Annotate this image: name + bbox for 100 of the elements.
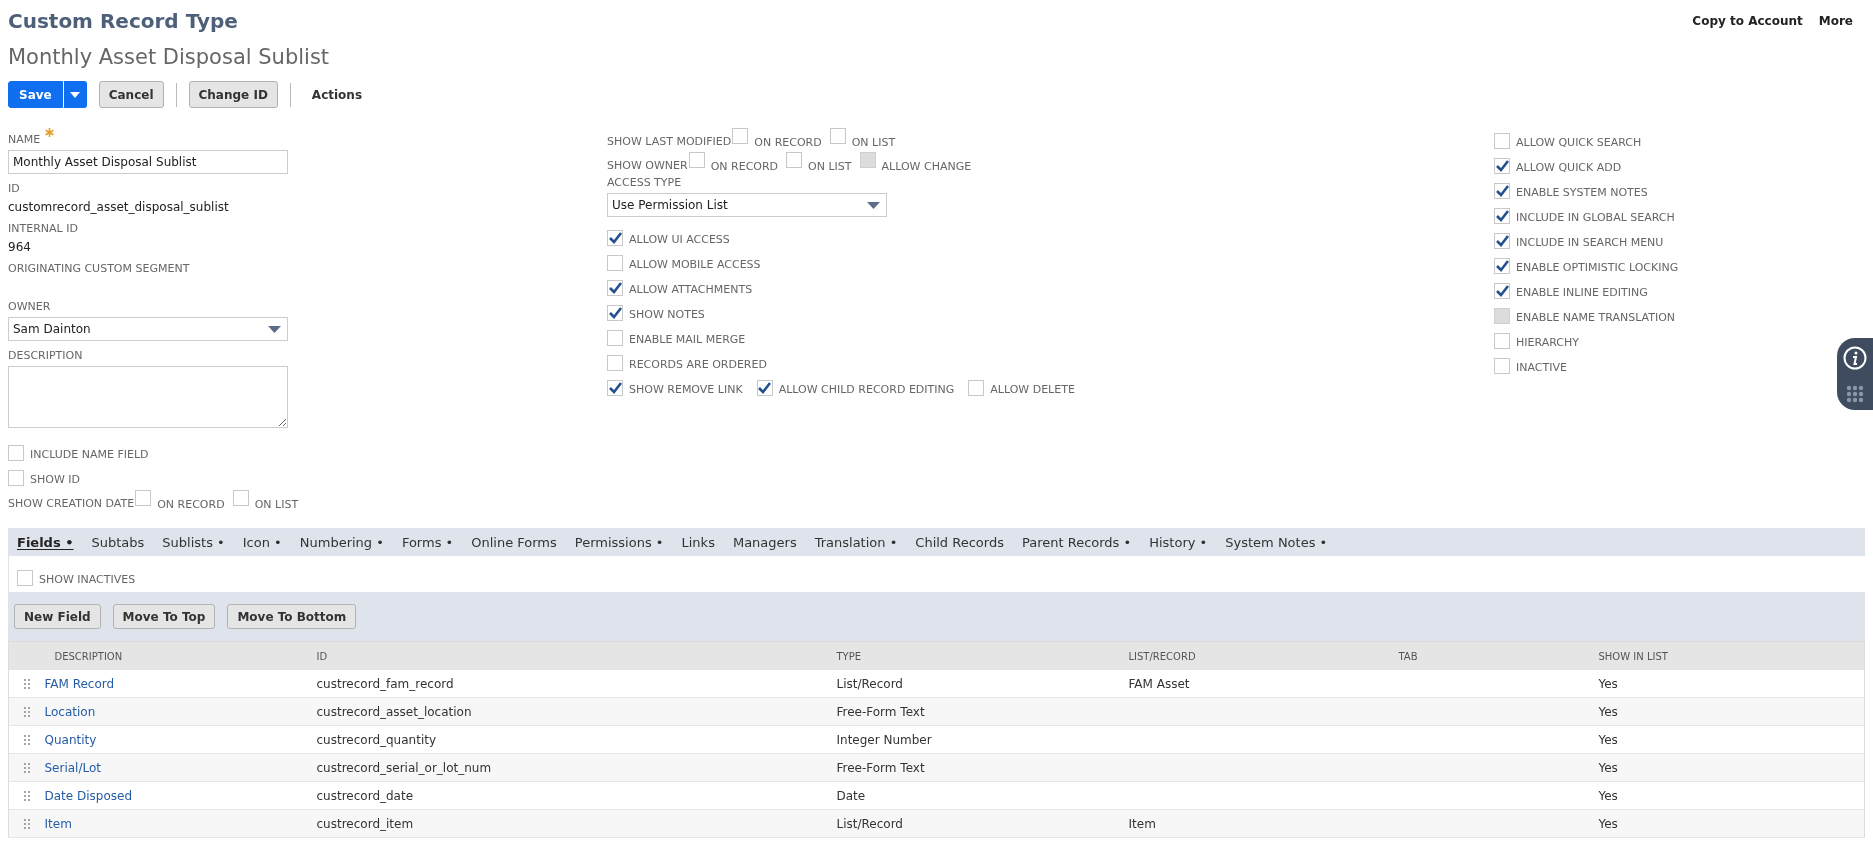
drag-handle-icon[interactable] [23, 706, 30, 717]
checkbox[interactable] [1494, 283, 1510, 299]
checkbox[interactable] [607, 305, 623, 321]
field-link[interactable]: Location [44, 704, 96, 719]
column-header: TAB [1398, 650, 1418, 662]
drag-handle-icon[interactable] [23, 678, 30, 689]
select-field[interactable]: Sam Dainton [8, 317, 288, 341]
page-title: Custom Record Type [8, 9, 239, 33]
checkbox-label: ENABLE MAIL MERGE [629, 333, 746, 346]
table-cell: custrecord_date [316, 788, 414, 803]
checkbox-label: ENABLE INLINE EDITING [1516, 286, 1648, 299]
checkbox[interactable] [607, 355, 623, 371]
toolbar-button[interactable]: Cancel [98, 81, 164, 108]
subtab[interactable]: Managers [723, 528, 806, 556]
table-cell: custrecord_serial_or_lot_num [316, 760, 492, 775]
table-cell: Item [1128, 816, 1156, 831]
subtab[interactable]: Numbering • [290, 528, 393, 556]
checkbox-label: ALLOW MOBILE ACCESS [629, 258, 761, 271]
save-options-button[interactable] [62, 81, 87, 108]
subtab[interactable]: History • [1140, 528, 1217, 556]
checkbox[interactable] [607, 255, 623, 271]
checkbox[interactable] [135, 490, 152, 506]
checkbox[interactable] [688, 152, 705, 168]
checkbox-label: ALLOW ATTACHMENTS [629, 283, 753, 296]
checkbox-label: INCLUDE IN GLOBAL SEARCH [1516, 211, 1675, 224]
checkbox[interactable] [1494, 208, 1510, 224]
subtab[interactable]: Fields • [8, 528, 83, 556]
field-link[interactable]: Quantity [44, 732, 97, 747]
header-link[interactable]: More [1818, 14, 1853, 28]
table-cell: List/Record [836, 816, 903, 831]
checkbox[interactable] [607, 280, 623, 296]
subtab[interactable]: System Notes • [1216, 528, 1337, 556]
checkbox[interactable] [8, 470, 24, 486]
info-icon[interactable] [1843, 345, 1867, 370]
list-button[interactable]: Move To Bottom [227, 604, 357, 629]
field-link[interactable]: Date Disposed [44, 788, 133, 803]
checkbox[interactable] [756, 380, 773, 396]
checkbox-label: HIERARCHY [1516, 336, 1579, 349]
checkbox[interactable] [1494, 258, 1510, 274]
checkbox-label: ALLOW UI ACCESS [629, 233, 730, 246]
drag-handle-icon[interactable] [23, 818, 30, 829]
checkbox[interactable] [1494, 358, 1510, 374]
checkbox-label: SHOW INACTIVES [39, 573, 136, 586]
field-link[interactable]: Item [44, 816, 72, 831]
table-cell: Date [836, 788, 866, 803]
field-label: NAME [8, 133, 41, 146]
name-field[interactable]: Monthly Asset Disposal Sublist [8, 150, 288, 174]
field-link[interactable]: Serial/Lot [44, 760, 102, 775]
subtab[interactable]: Translation • [805, 528, 907, 556]
save-button[interactable]: Save [8, 81, 63, 108]
table-cell: custrecord_item [316, 816, 414, 831]
checkbox[interactable] [1494, 133, 1510, 149]
subtab[interactable]: Links [672, 528, 724, 556]
description-field[interactable] [8, 366, 288, 428]
subtab[interactable]: Online Forms [462, 528, 566, 556]
table-cell: Yes [1598, 760, 1618, 775]
list-button[interactable]: Move To Top [112, 604, 216, 629]
checkbox[interactable] [1494, 183, 1510, 199]
caret-icon [867, 201, 880, 209]
subtab[interactable]: Subtabs [82, 528, 154, 556]
toolbar-button[interactable]: Change ID [188, 81, 278, 108]
checkbox-label: ON LIST [851, 136, 896, 149]
checkbox[interactable] [607, 230, 623, 246]
header-link[interactable]: Copy to Account [1692, 14, 1803, 28]
subtab[interactable]: Permissions • [565, 528, 673, 556]
subtab[interactable]: Sublists • [153, 528, 234, 556]
checkbox[interactable] [786, 152, 803, 168]
checkbox[interactable] [732, 128, 749, 144]
table-cell: Free-Form Text [836, 760, 925, 775]
drag-handle-icon[interactable] [23, 762, 30, 773]
checkbox[interactable] [607, 330, 623, 346]
field-label: SHOW OWNER [607, 159, 688, 173]
help-widget[interactable] [1837, 338, 1873, 410]
checkbox[interactable] [17, 570, 33, 586]
drag-handle-icon[interactable] [23, 734, 30, 745]
checkbox[interactable] [232, 490, 249, 506]
checkbox-label: RECORDS ARE ORDERED [629, 358, 767, 371]
grid-icon[interactable] [1846, 384, 1864, 403]
subtab[interactable]: Parent Records • [1012, 528, 1141, 556]
checkbox[interactable] [1494, 158, 1510, 174]
subtab[interactable]: Child Records [906, 528, 1013, 556]
list-button[interactable]: New Field [14, 604, 101, 629]
subtab[interactable]: Forms • [392, 528, 463, 556]
caret-icon [69, 91, 80, 98]
checkbox[interactable] [968, 380, 985, 396]
subtab[interactable]: Icon • [233, 528, 291, 556]
checkbox[interactable] [829, 128, 846, 144]
table-cell: Yes [1598, 816, 1618, 831]
field-label: INTERNAL ID [8, 222, 79, 236]
column-header: ID [316, 650, 328, 662]
drag-handle-icon[interactable] [23, 790, 30, 801]
field-link[interactable]: FAM Record [44, 676, 115, 691]
actions-menu[interactable]: Actions [302, 81, 372, 108]
select-field[interactable]: Use Permission List [607, 193, 887, 217]
table-cell: Yes [1598, 704, 1618, 719]
checkbox[interactable] [607, 380, 623, 396]
checkbox[interactable] [1494, 333, 1510, 349]
checkbox[interactable] [1494, 233, 1510, 249]
checkbox[interactable] [8, 445, 24, 461]
checkbox-label: INACTIVE [1516, 361, 1567, 374]
